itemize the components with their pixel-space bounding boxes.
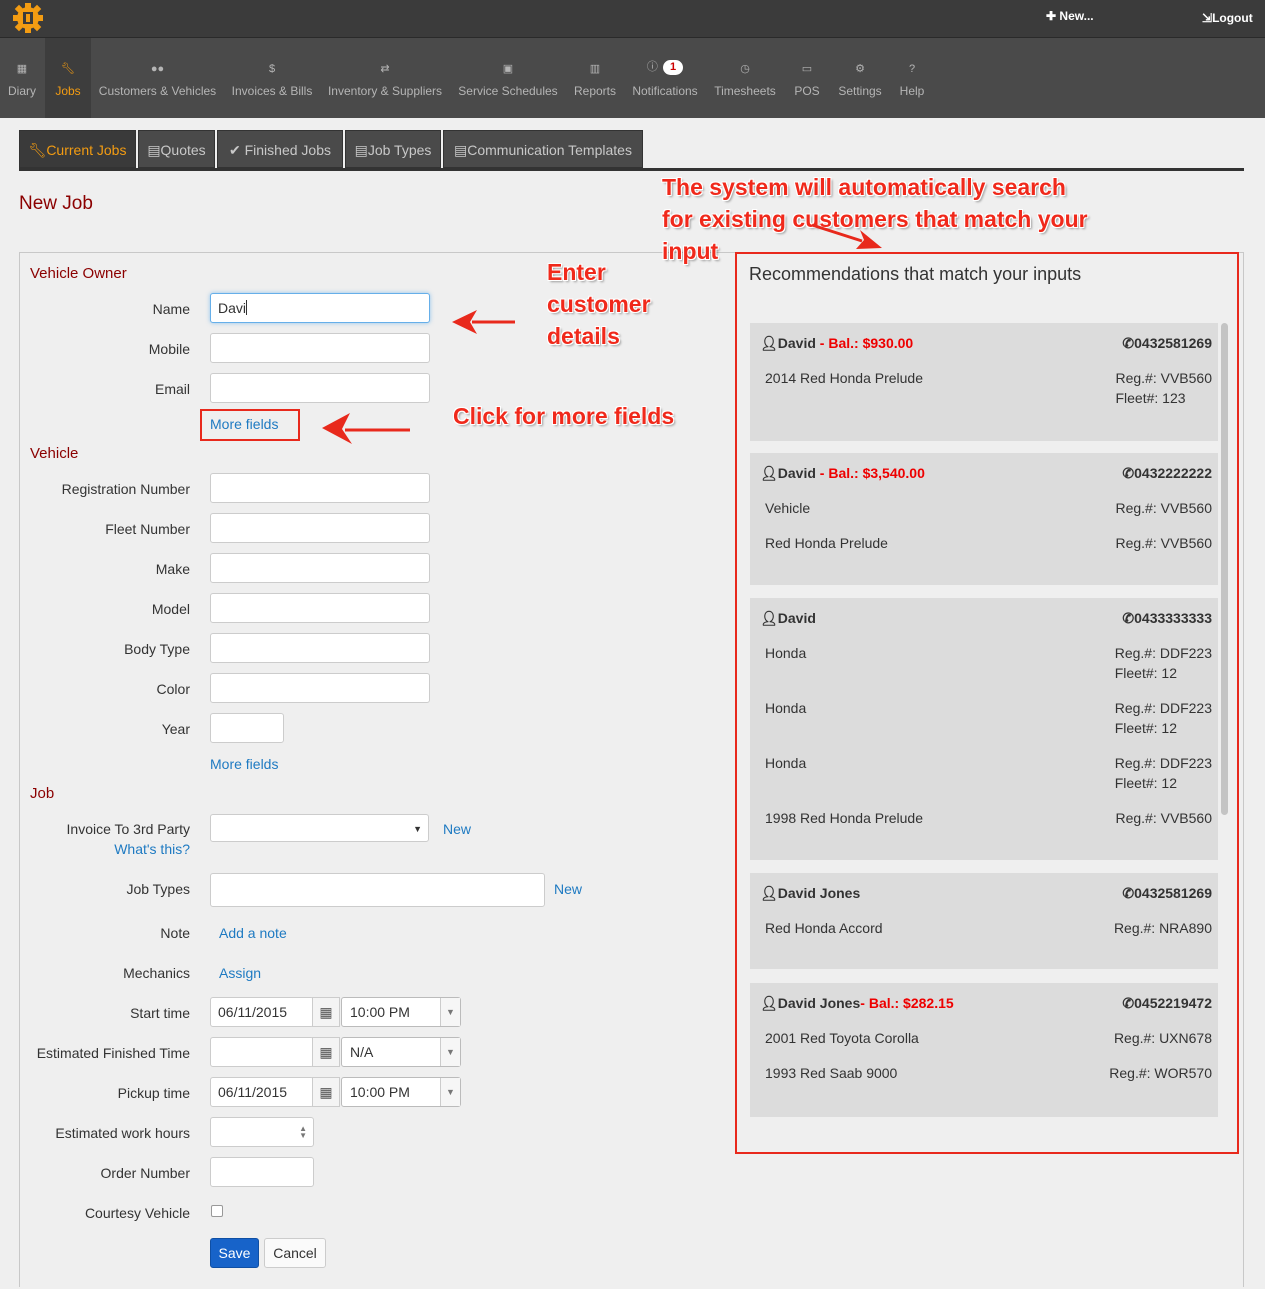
arrow-icon [452, 310, 515, 334]
arrow-icon [811, 223, 882, 249]
annotation-arrows [322, 223, 882, 444]
arrow-icon [322, 413, 410, 444]
